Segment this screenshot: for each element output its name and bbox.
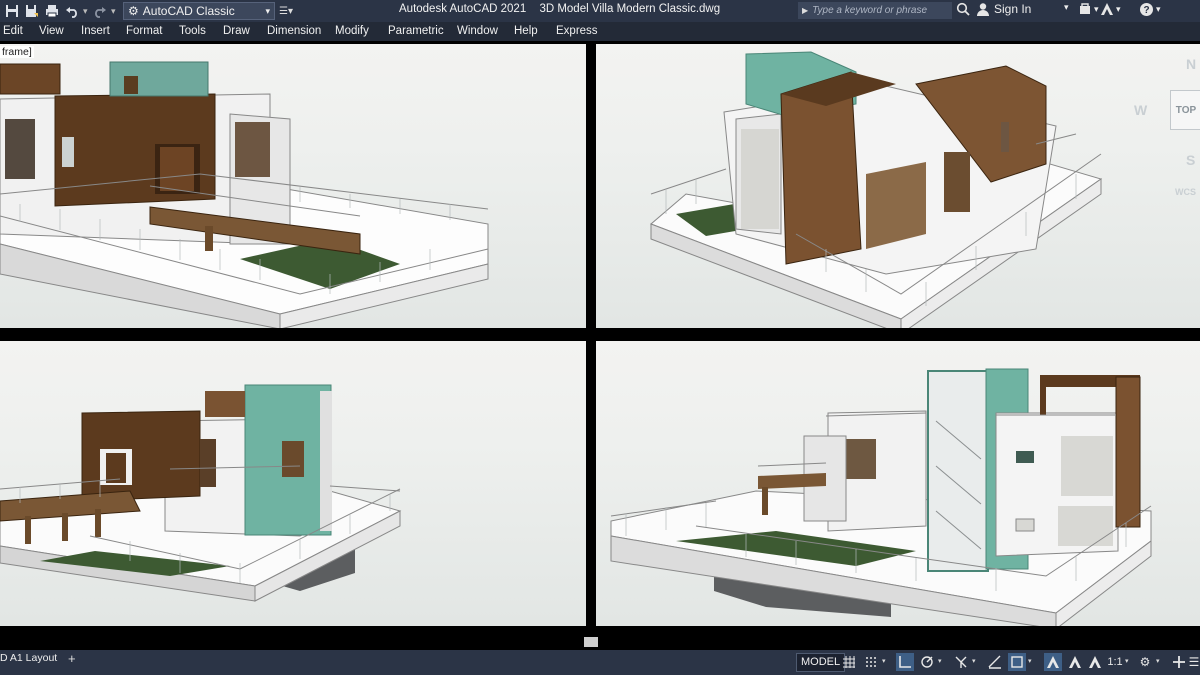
exchange-apps-icon[interactable] — [1078, 2, 1092, 16]
viewcube-west-label[interactable]: W — [1134, 102, 1147, 118]
scale-value[interactable]: 1:1 — [1104, 653, 1126, 671]
search-icon[interactable] — [956, 2, 970, 16]
sign-in-dropdown-icon[interactable]: ▾ — [1064, 2, 1069, 13]
menu-help[interactable]: Help — [514, 25, 538, 37]
grid-icon[interactable] — [840, 653, 858, 671]
viewport-top-right[interactable]: N W S TOP WCS — [596, 44, 1200, 328]
isodraft-dropdown-icon[interactable]: ▾ — [972, 657, 976, 665]
chevron-down-icon: ▾ — [265, 5, 270, 16]
menu-parametric[interactable]: Parametric — [388, 25, 444, 37]
snap-dropdown-icon[interactable]: ▾ — [882, 657, 886, 665]
undo-dropdown-icon[interactable]: ▾ — [83, 6, 89, 17]
svg-text:?: ? — [1143, 5, 1149, 16]
user-icon[interactable] — [976, 2, 990, 16]
object-snap-dropdown-icon[interactable]: ▾ — [1028, 657, 1032, 665]
quick-access-toolbar: ▾ ▾ — [0, 2, 117, 20]
gear-icon: ⚙ — [128, 4, 139, 18]
villa-3d-view-front-left — [0, 61, 489, 328]
model-space-button[interactable]: MODEL — [796, 653, 846, 672]
print-icon[interactable] — [43, 2, 61, 20]
menu-edit[interactable]: Edit — [3, 25, 23, 37]
add-icon[interactable] — [1170, 653, 1188, 671]
menu-modify[interactable]: Modify — [335, 25, 369, 37]
viewcube-south-label[interactable]: S — [1186, 152, 1195, 168]
wcs-menu[interactable]: WCS — [1175, 187, 1196, 197]
scale-dropdown-icon[interactable]: ▾ — [1125, 657, 1129, 665]
villa-3d-view-back-left — [0, 384, 402, 602]
layout-tab[interactable]: D A1 Layout — [0, 652, 63, 667]
viewport-bottom-right[interactable] — [596, 341, 1200, 626]
sign-in-link[interactable]: Sign In — [994, 2, 1031, 16]
menu-insert[interactable]: Insert — [81, 25, 110, 37]
autodesk-a360-icon[interactable] — [1100, 2, 1114, 16]
annotation-visibility-icon[interactable] — [1044, 653, 1062, 671]
viewcube-top-face[interactable]: TOP — [1170, 90, 1200, 130]
menu-view[interactable]: View — [39, 25, 64, 37]
workspace-label: AutoCAD Classic — [142, 4, 235, 18]
scrollbar-thumb[interactable] — [584, 637, 598, 647]
isodraft-icon[interactable] — [952, 653, 970, 671]
workspace-selector[interactable]: ⚙ AutoCAD Classic ▾ — [123, 2, 275, 20]
menu-draw[interactable]: Draw — [223, 25, 250, 37]
document-title: 3D Model Villa Modern Classic.dwg — [539, 3, 721, 15]
menu-dimension[interactable]: Dimension — [267, 25, 321, 37]
add-layout-button[interactable]: + — [68, 651, 76, 666]
viewcube-north-label[interactable]: N — [1186, 56, 1196, 72]
villa-3d-view-back-right — [610, 368, 1152, 626]
auto-scale-icon[interactable] — [1066, 653, 1084, 671]
help-icon[interactable]: ? — [1139, 2, 1154, 17]
menu-window[interactable]: Window — [457, 25, 498, 37]
workspace-dropdown-icon[interactable]: ▾ — [1156, 657, 1160, 665]
viewport-label[interactable]: frame] — [0, 46, 34, 58]
viewport-bottom-left[interactable] — [0, 341, 586, 626]
save-as-icon[interactable] — [23, 2, 41, 20]
customize-menu-icon[interactable]: ☰ — [1188, 653, 1200, 671]
search-box: ▶ — [798, 2, 952, 19]
search-expand-icon[interactable]: ▶ — [802, 6, 808, 15]
window-title: Autodesk AutoCAD 2021 3D Model Villa Mod… — [399, 3, 720, 15]
villa-3d-view-top-right — [650, 51, 1103, 328]
object-snap-tracking-icon[interactable] — [986, 653, 1004, 671]
menu-bar: Edit View Insert Format Tools Draw Dimen… — [0, 22, 1200, 41]
snap-icon[interactable] — [862, 653, 880, 671]
object-snap-icon[interactable] — [1008, 653, 1026, 671]
undo-icon[interactable] — [63, 2, 81, 20]
search-input[interactable] — [812, 5, 941, 16]
customize-toolbar-icon[interactable]: ☰▾ — [279, 6, 293, 17]
status-bar: D A1 Layout + MODEL ▾ ▾ ▾ ▾ 1:1 ▾ ⚙ ▾ ☰ — [0, 650, 1200, 675]
app-title: Autodesk AutoCAD 2021 — [399, 3, 527, 15]
exchange-dropdown-icon[interactable]: ▾ — [1094, 4, 1099, 15]
a360-dropdown-icon[interactable]: ▾ — [1116, 4, 1121, 15]
menu-format[interactable]: Format — [126, 25, 162, 37]
polar-dropdown-icon[interactable]: ▾ — [938, 657, 942, 665]
annotation-scale-icon[interactable] — [1086, 653, 1104, 671]
viewport-top-left[interactable]: frame] — [0, 44, 586, 328]
redo-icon[interactable] — [91, 2, 109, 20]
title-bar: ▾ ▾ ⚙ AutoCAD Classic ▾ ☰▾ Autodesk Auto… — [0, 0, 1200, 22]
menu-express[interactable]: Express — [556, 25, 598, 37]
redo-dropdown-icon[interactable]: ▾ — [111, 6, 117, 17]
ortho-icon[interactable] — [896, 653, 914, 671]
help-dropdown-icon[interactable]: ▾ — [1156, 4, 1161, 15]
polar-tracking-icon[interactable] — [918, 653, 936, 671]
menu-tools[interactable]: Tools — [179, 25, 206, 37]
save-icon[interactable] — [3, 2, 21, 20]
horizontal-scrollbar[interactable] — [0, 634, 1200, 650]
workspace-gear-icon[interactable]: ⚙ — [1136, 653, 1154, 671]
